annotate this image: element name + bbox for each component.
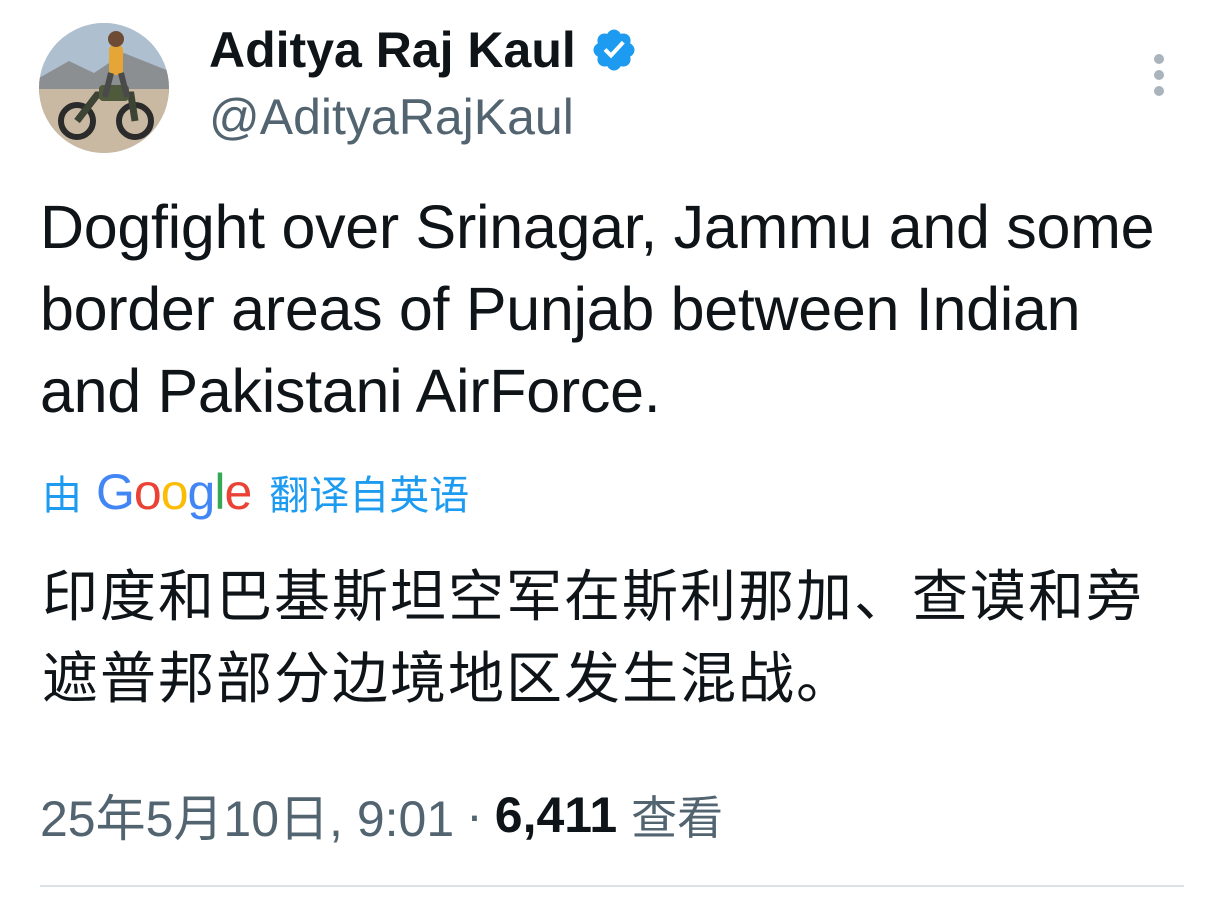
avatar-photo	[39, 23, 169, 153]
views-count: 6,411	[494, 787, 618, 843]
translation-prefix: 由	[42, 473, 82, 519]
tweet-timestamp[interactable]: 25年5月10日, 9:01	[40, 779, 454, 851]
translation-suffix: 翻译自英语	[269, 473, 470, 519]
google-logo: Google	[96, 464, 252, 520]
translated-tweet-text: 印度和巴基斯坦空军在斯利那加、查谟和旁遮普邦部分边境地区发生混战。	[42, 565, 1144, 712]
divider	[40, 885, 1184, 887]
more-dot	[1154, 86, 1164, 96]
author-handle[interactable]: @AdityaRajKaul	[209, 89, 574, 145]
more-dot	[1154, 70, 1164, 80]
meta-separator: ·	[466, 787, 483, 843]
tweet-text: Dogfight over Srinagar, Jammu and some b…	[40, 193, 1155, 425]
more-dot	[1154, 54, 1164, 64]
more-vertical-icon[interactable]	[1144, 52, 1174, 98]
translation-attribution[interactable]: 由 Google 翻译自英语	[42, 462, 469, 522]
views-label: 查看	[631, 791, 724, 845]
avatar[interactable]	[39, 23, 169, 153]
author-display-name[interactable]: Aditya Raj Kaul	[209, 22, 638, 78]
tweet-meta: 25年5月10日, 9:01 · 6,411 查看	[40, 780, 723, 850]
verified-badge-icon	[593, 29, 635, 71]
author-name-text: Aditya Raj Kaul	[209, 22, 576, 78]
